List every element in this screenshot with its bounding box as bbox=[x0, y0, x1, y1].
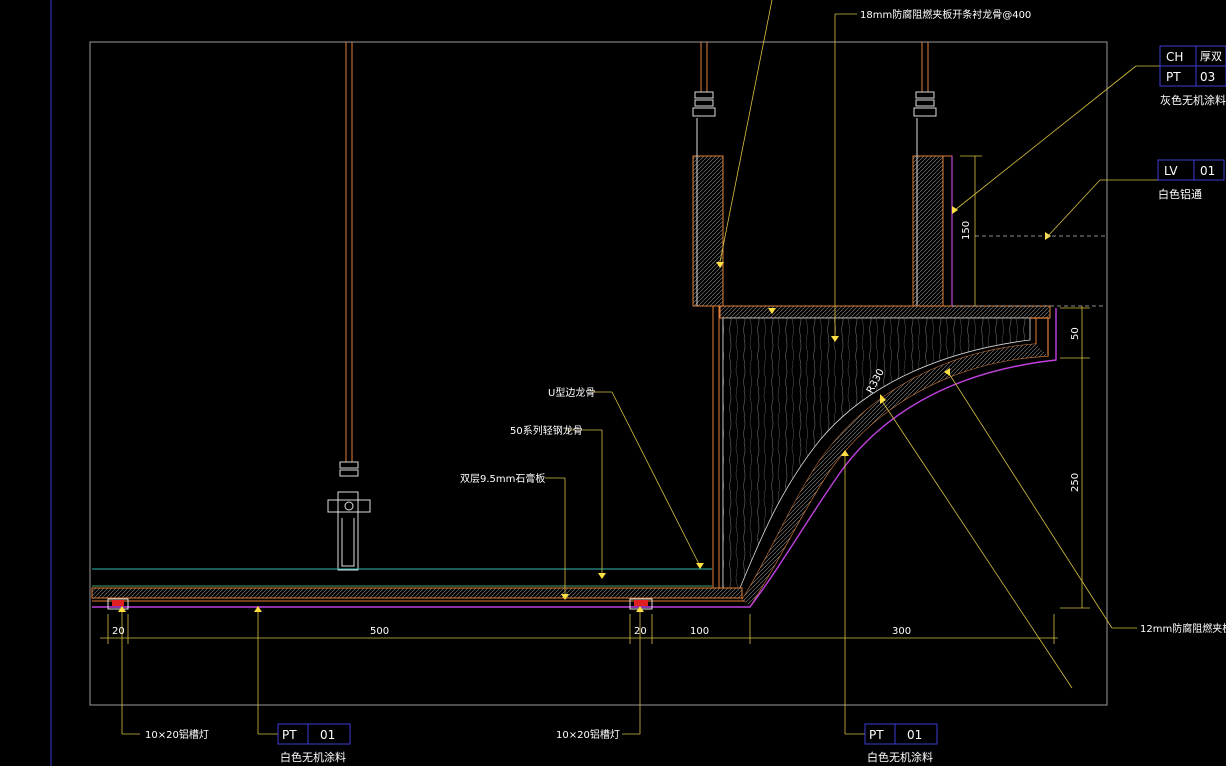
tag-lv01: LV 01 白色铝通 bbox=[1157, 159, 1225, 201]
leader-lines bbox=[121, 0, 1160, 735]
dim-300: 300 bbox=[892, 626, 911, 637]
tag-ch: CH 厚双 bbox=[1159, 45, 1226, 67]
dimension-lines bbox=[100, 155, 1107, 644]
tag-pt03-value: 03 bbox=[1200, 70, 1215, 84]
tag-pt01-left-value: 01 bbox=[320, 728, 335, 742]
tag-pt03-desc: 灰色无机涂料 bbox=[1160, 93, 1226, 107]
tag-ch-code: CH bbox=[1166, 50, 1183, 64]
dim-100: 100 bbox=[690, 626, 709, 637]
hanger-bracket-left bbox=[327, 491, 371, 571]
label-slot-left: 10×20铝槽灯 bbox=[145, 728, 209, 741]
tag-pt01-right-value: 01 bbox=[907, 728, 922, 742]
dim-50: 50 bbox=[1070, 327, 1081, 340]
hanger-rod-right bbox=[913, 42, 937, 117]
label-top-leader: 18mm防腐阻燃夹板开条衬龙骨@400 bbox=[860, 8, 1031, 21]
dim-20-left: 20 bbox=[112, 626, 125, 637]
tag-pt01-left-code: PT bbox=[282, 728, 297, 742]
label-slot-mid: 10×20铝槽灯 bbox=[556, 728, 620, 741]
label-keel-50: 50系列轻钢龙骨 bbox=[510, 424, 583, 437]
tag-pt01-left-desc: 白色无机涂料 bbox=[280, 750, 346, 764]
plywood-post-mid bbox=[692, 118, 724, 588]
tag-pt01-left: PT 01 白色无机涂料 bbox=[277, 723, 351, 764]
tag-pt01-right: PT 01 白色无机涂料 bbox=[864, 723, 938, 764]
cad-drawing-canvas: 18mm防腐阻燃夹板开条衬龙骨@400 U型边龙骨 50系列轻钢龙骨 双层9.5… bbox=[50, 0, 1226, 766]
plywood-board-18mm bbox=[719, 305, 1105, 319]
label-plywood-12: 12mm防腐阻燃夹板 bbox=[1140, 622, 1226, 635]
leader-arrows bbox=[118, 206, 1051, 612]
hanger-rod-mid bbox=[692, 42, 716, 117]
tag-pt01-right-desc: 白色无机涂料 bbox=[867, 750, 933, 764]
gypsum-layers bbox=[91, 587, 743, 599]
label-u-keel: U型边龙骨 bbox=[548, 386, 595, 399]
tag-pt03-code: PT bbox=[1166, 70, 1181, 84]
label-gypsum: 双层9.5mm石膏板 bbox=[460, 472, 545, 485]
tag-lv01-value: 01 bbox=[1200, 164, 1215, 178]
tag-ch-value: 厚双 bbox=[1200, 50, 1222, 63]
tag-pt01-right-code: PT bbox=[869, 728, 884, 742]
dim-150: 150 bbox=[961, 221, 972, 240]
dim-20-mid: 20 bbox=[634, 626, 647, 637]
dim-500: 500 bbox=[370, 626, 389, 637]
tag-pt03: PT 03 灰色无机涂料 bbox=[1159, 65, 1226, 107]
hanger-rod-left bbox=[339, 42, 359, 477]
tag-lv01-desc: 白色铝通 bbox=[1158, 187, 1202, 201]
dim-250: 250 bbox=[1070, 473, 1081, 492]
plywood-post-right bbox=[912, 118, 953, 307]
tag-lv01-code: LV bbox=[1164, 164, 1178, 178]
